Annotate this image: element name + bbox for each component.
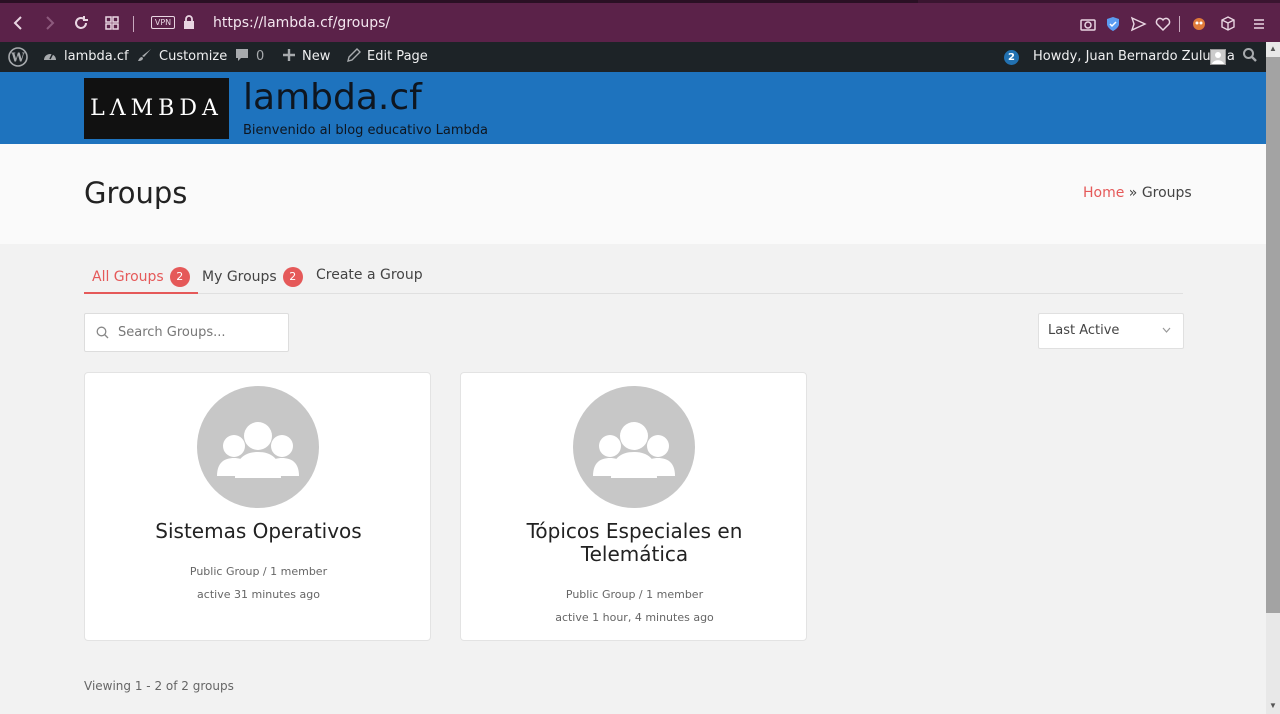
scrollbar-thumb[interactable] <box>1266 57 1280 613</box>
new-label: New <box>302 49 331 64</box>
notification-badge[interactable]: 2 <box>1004 50 1019 65</box>
tabs-grid-icon[interactable] <box>103 14 121 32</box>
customize-label: Customize <box>159 49 228 64</box>
order-by-select[interactable]: Last Active <box>1038 313 1184 349</box>
pencil-icon <box>346 42 361 72</box>
address-bar[interactable]: https://lambda.cf/groups/ <box>213 15 390 31</box>
toolbar-divider <box>133 16 134 32</box>
page-title: Groups <box>84 176 188 210</box>
shield-icon[interactable] <box>1104 15 1122 33</box>
toolbar-divider <box>1179 16 1180 32</box>
site-header: LΛMBDA lambda.cf Bienvenido al blog educ… <box>0 72 1266 144</box>
search-groups-input[interactable] <box>118 314 283 351</box>
brush-icon <box>137 42 153 72</box>
tab-all-groups[interactable]: All Groups 2 <box>84 267 198 294</box>
wordpress-logo-icon[interactable]: W <box>8 42 28 72</box>
group-name[interactable]: Sistemas Operativos <box>95 520 422 543</box>
svg-text:W: W <box>10 51 25 65</box>
tab-label: Create a Group <box>316 267 423 283</box>
dashboard-icon <box>42 42 58 72</box>
site-title[interactable]: lambda.cf <box>243 77 422 118</box>
vpn-badge[interactable]: VPN <box>151 16 175 29</box>
edit-page-link[interactable]: Edit Page <box>346 42 428 72</box>
comment-icon <box>234 42 250 72</box>
scroll-down-icon[interactable]: ▼ <box>1266 700 1280 712</box>
new-content-link[interactable]: New <box>282 42 330 72</box>
count-badge: 2 <box>169 267 190 287</box>
send-icon[interactable] <box>1129 15 1147 33</box>
forward-icon[interactable] <box>40 14 58 32</box>
group-card: Sistemas Operativos Public Group / 1 mem… <box>84 372 431 641</box>
group-card: Tópicos Especiales en Telemática Public … <box>460 372 807 641</box>
cube-icon[interactable] <box>1219 15 1237 33</box>
group-type: Public Group / 1 member <box>565 588 704 601</box>
breadcrumb: Home » Groups <box>1083 185 1192 201</box>
tab-create-group[interactable]: Create a Group <box>316 267 423 294</box>
reload-icon[interactable] <box>72 14 90 32</box>
camera-icon[interactable] <box>1079 15 1097 33</box>
site-logo[interactable]: LΛMBDA <box>84 78 229 139</box>
user-avatar[interactable] <box>1210 49 1226 65</box>
group-tabs: All Groups 2 My Groups 2 Create a Group <box>84 262 1183 294</box>
loading-indicator <box>918 0 1280 3</box>
page-header: Groups Home » Groups <box>0 144 1266 244</box>
chevron-down-icon <box>1162 314 1171 348</box>
heart-icon[interactable] <box>1154 15 1172 33</box>
admin-site-name: lambda.cf <box>64 49 129 64</box>
site-tagline: Bienvenido al blog educativo Lambda <box>243 123 488 138</box>
order-by-value: Last Active <box>1048 323 1120 338</box>
comments-link[interactable]: 0 <box>234 42 264 72</box>
group-type: Public Group / 1 member <box>189 565 328 578</box>
lock-icon[interactable] <box>183 15 195 29</box>
page-scrollbar[interactable]: ▲ ▼ <box>1266 42 1280 714</box>
group-name[interactable]: Tópicos Especiales en Telemática <box>471 520 798 566</box>
browser-toolbar: VPN https://lambda.cf/groups/ <box>0 0 1280 42</box>
tab-my-groups[interactable]: My Groups 2 <box>202 267 303 294</box>
extension-icon[interactable] <box>1190 15 1208 33</box>
plus-icon <box>282 42 296 72</box>
comments-count: 0 <box>256 49 265 64</box>
breadcrumb-home-link[interactable]: Home <box>1083 185 1124 201</box>
count-badge: 2 <box>282 267 303 287</box>
tab-label: All Groups <box>92 269 164 285</box>
group-last-active: active 1 hour, 4 minutes ago <box>555 611 714 624</box>
search-icon <box>96 326 109 339</box>
group-avatar-icon[interactable] <box>573 386 695 508</box>
groups-directory: All Groups 2 My Groups 2 Create a Group La… <box>0 244 1266 714</box>
howdy-user[interactable]: Howdy, Juan Bernardo Zuluaga <box>1033 42 1235 72</box>
tab-label: My Groups <box>202 269 277 285</box>
admin-site-link[interactable]: lambda.cf <box>42 42 129 72</box>
wp-admin-bar: W lambda.cf Customize 0 New Edit Page 2 … <box>0 42 1266 72</box>
back-icon[interactable] <box>10 14 28 32</box>
scroll-up-icon[interactable]: ▲ <box>1266 43 1280 55</box>
group-avatar-icon[interactable] <box>197 386 319 508</box>
customize-link[interactable]: Customize <box>137 42 227 72</box>
edit-page-label: Edit Page <box>367 49 428 64</box>
search-box <box>84 313 289 352</box>
admin-search-icon[interactable] <box>1242 42 1258 72</box>
pagination-count: Viewing 1 - 2 of 2 groups <box>84 679 234 693</box>
menu-icon[interactable] <box>1250 15 1268 33</box>
group-last-active: active 31 minutes ago <box>197 588 320 601</box>
breadcrumb-current: Groups <box>1141 185 1192 201</box>
breadcrumb-separator: » <box>1124 185 1142 201</box>
